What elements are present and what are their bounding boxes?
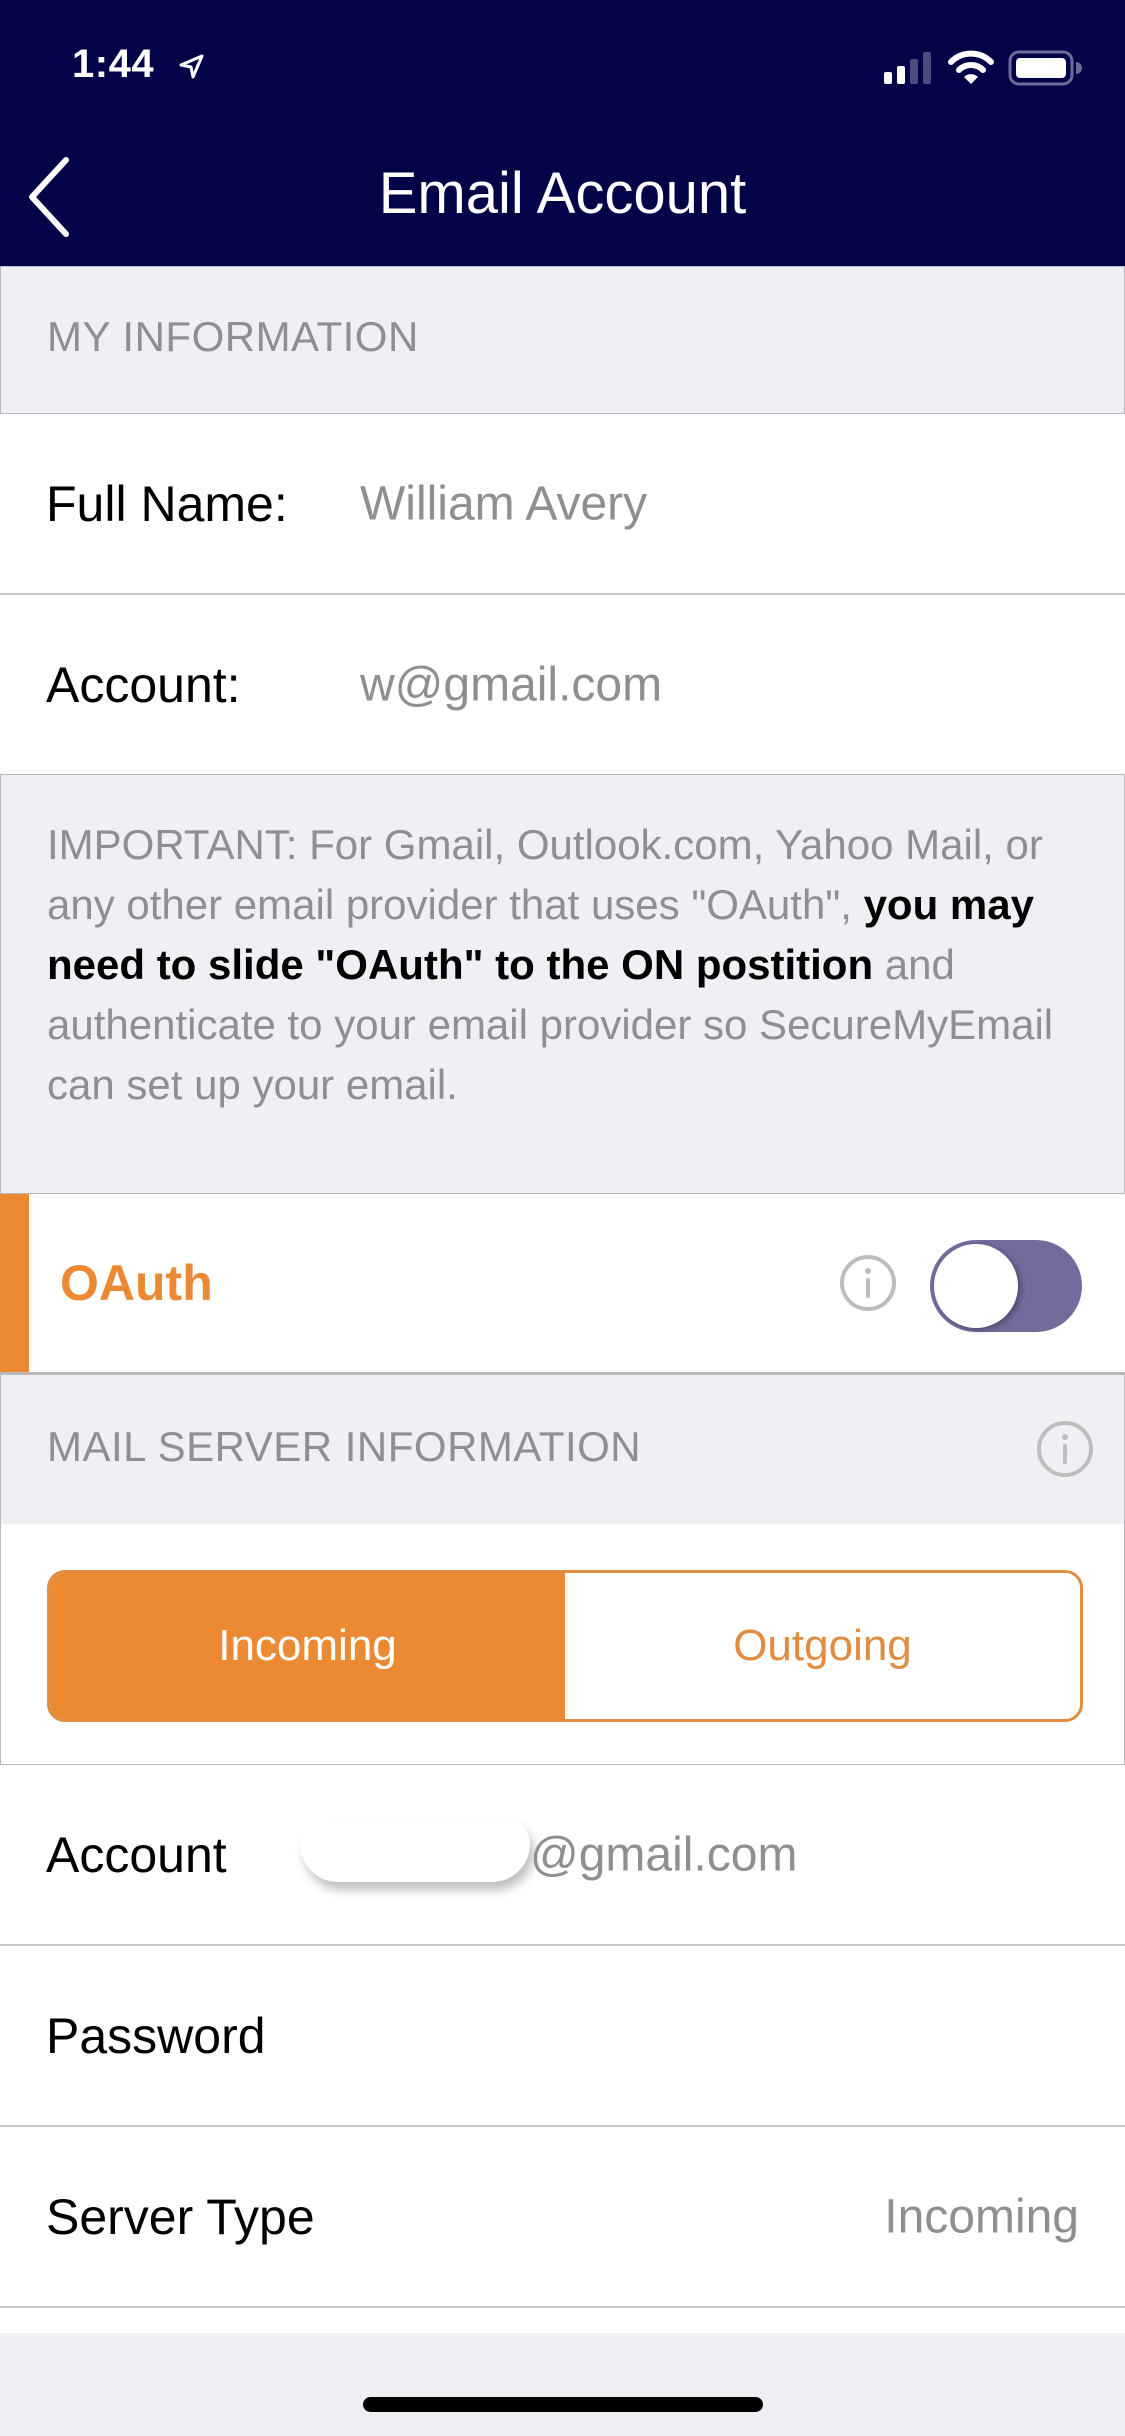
server-account-value: @gmail.com: [530, 1828, 798, 1881]
server-account-field[interactable]: @gmail.com: [300, 1810, 860, 1900]
account-label: Account:: [46, 656, 241, 713]
password-label: Password: [46, 2007, 266, 2064]
oauth-toggle[interactable]: [930, 1240, 1082, 1332]
section-title: MY INFORMATION: [47, 313, 419, 360]
oauth-accent-strip: [0, 1194, 29, 1372]
account-row: Account:: [0, 595, 1125, 776]
section-header-my-information: MY INFORMATION: [0, 266, 1125, 414]
navigation-bar: 1:44 Email Account: [0, 0, 1125, 266]
segment-outgoing[interactable]: Outgoing: [565, 1573, 1080, 1719]
info-circle-icon[interactable]: [838, 1253, 898, 1313]
redaction-mark: [300, 1817, 530, 1882]
section-header-mail-server: MAIL SERVER INFORMATION: [0, 1374, 1125, 1526]
server-direction-container: Incoming Outgoing: [0, 1524, 1125, 1765]
password-field[interactable]: [360, 2008, 1060, 2063]
location-arrow-icon: [179, 54, 204, 79]
server-direction-segmented-control: Incoming Outgoing: [47, 1570, 1083, 1722]
list-bottom-padding: [0, 2308, 1125, 2333]
server-type-label: Server Type: [46, 2188, 315, 2245]
battery-icon: [1008, 50, 1082, 86]
server-account-label: Account: [46, 1826, 227, 1883]
full-name-field[interactable]: [360, 476, 1060, 531]
full-name-label: Full Name:: [46, 475, 288, 532]
home-indicator[interactable]: [363, 2397, 763, 2412]
oauth-notice: IMPORTANT: For Gmail, Outlook.com, Yahoo…: [0, 774, 1125, 1194]
segment-incoming[interactable]: Incoming: [50, 1573, 565, 1719]
wifi-icon: [948, 50, 994, 84]
server-account-row: Account @gmail.com: [0, 1765, 1125, 1946]
cellular-signal-icon: [884, 52, 931, 84]
server-type-row[interactable]: Server Type Incoming: [0, 2127, 1125, 2308]
oauth-label: OAuth: [60, 1255, 213, 1311]
server-type-value: Incoming: [884, 2190, 1079, 2243]
status-time: 1:44: [72, 42, 155, 86]
account-field[interactable]: [360, 657, 1060, 712]
toggle-knob: [934, 1244, 1018, 1328]
password-row: Password: [0, 1946, 1125, 2127]
full-name-row: Full Name:: [0, 414, 1125, 595]
section-title: MAIL SERVER INFORMATION: [47, 1423, 642, 1470]
notice-text: IMPORTANT: For Gmail, Outlook.com, Yahoo…: [47, 815, 1087, 1115]
page-title: Email Account: [378, 161, 747, 226]
oauth-row: OAuth: [0, 1194, 1125, 1374]
info-circle-icon[interactable]: [1035, 1419, 1095, 1479]
